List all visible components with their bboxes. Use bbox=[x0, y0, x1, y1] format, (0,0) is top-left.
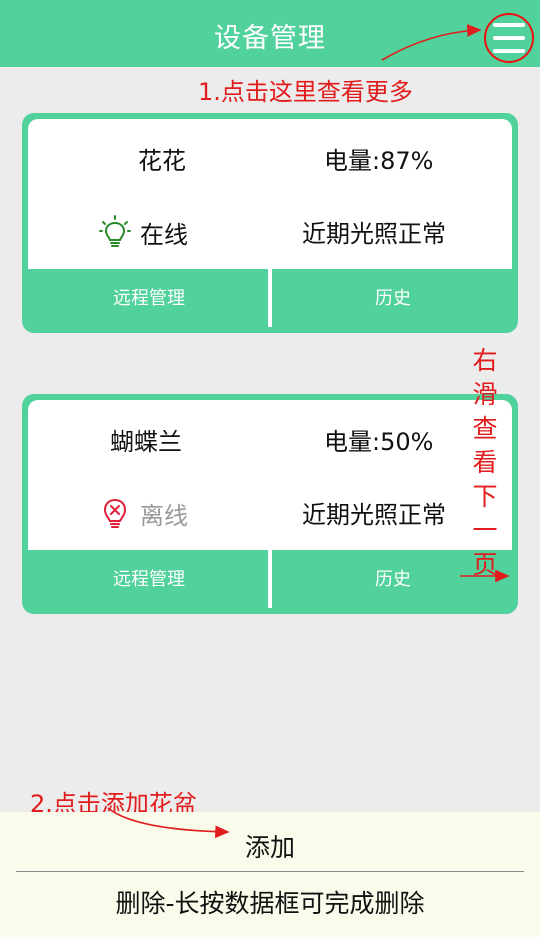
battery-level: 电量:50% bbox=[324, 428, 434, 456]
history-button[interactable]: 历史 bbox=[272, 271, 514, 327]
page-title: 设备管理 bbox=[214, 23, 326, 54]
menu-hint-annotation: 1.点击这里查看更多 bbox=[198, 78, 413, 106]
status-text: 在线 bbox=[140, 220, 188, 249]
bottom-bar: 添加 删除-长按数据框可完成删除 bbox=[0, 812, 540, 937]
remote-manage-button[interactable]: 远程管理 bbox=[28, 271, 270, 327]
device-card-2[interactable]: 蝴蝶兰 电量:50% 离线 近期光照正常 远程管理 历史 bbox=[22, 394, 518, 614]
light-status: 近期光照正常 bbox=[302, 501, 446, 529]
device-name: 花花 bbox=[138, 147, 186, 175]
app-header: 设备管理 bbox=[0, 0, 540, 67]
swipe-hint-annotation: 右滑查看下一页 bbox=[472, 346, 498, 579]
device-card-1[interactable]: 花花 电量:87% 在线 近期光照正常 远程管理 历史 bbox=[22, 113, 518, 333]
status-row: 离线 bbox=[98, 495, 188, 531]
device-name: 蝴蝶兰 bbox=[110, 428, 182, 456]
light-status: 近期光照正常 bbox=[302, 220, 446, 248]
remote-manage-button[interactable]: 远程管理 bbox=[28, 552, 270, 608]
status-text: 离线 bbox=[140, 501, 188, 530]
divider bbox=[16, 871, 524, 872]
device-info-panel[interactable]: 花花 电量:87% 在线 近期光照正常 bbox=[28, 119, 512, 269]
battery-level: 电量:87% bbox=[324, 147, 434, 175]
device-info-panel[interactable]: 蝴蝶兰 电量:50% 离线 近期光照正常 bbox=[28, 400, 512, 550]
status-row: 在线 bbox=[98, 214, 188, 250]
hamburger-icon bbox=[493, 23, 525, 27]
menu-button[interactable] bbox=[484, 13, 534, 63]
bulb-online-icon bbox=[99, 215, 131, 247]
delete-hint-button[interactable]: 删除-长按数据框可完成删除 bbox=[0, 882, 540, 926]
bulb-offline-icon bbox=[103, 498, 127, 528]
add-button[interactable]: 添加 bbox=[0, 826, 540, 870]
